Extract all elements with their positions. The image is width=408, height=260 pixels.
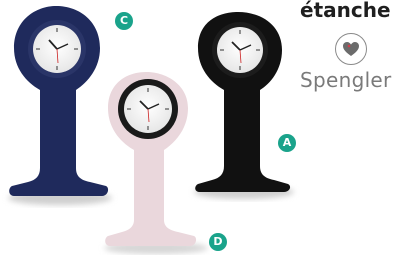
watch-navy: [9, 6, 109, 196]
watch-black: [195, 12, 291, 192]
headline: étanche: [300, 0, 391, 22]
variant-badge-black: A: [278, 134, 296, 152]
heart-in-circle-icon: [335, 33, 367, 65]
watch-pink: [105, 72, 197, 246]
variant-badge-navy: C: [115, 12, 133, 30]
variant-badge-pink: D: [209, 233, 227, 251]
brand-name: Spengler: [300, 68, 392, 92]
